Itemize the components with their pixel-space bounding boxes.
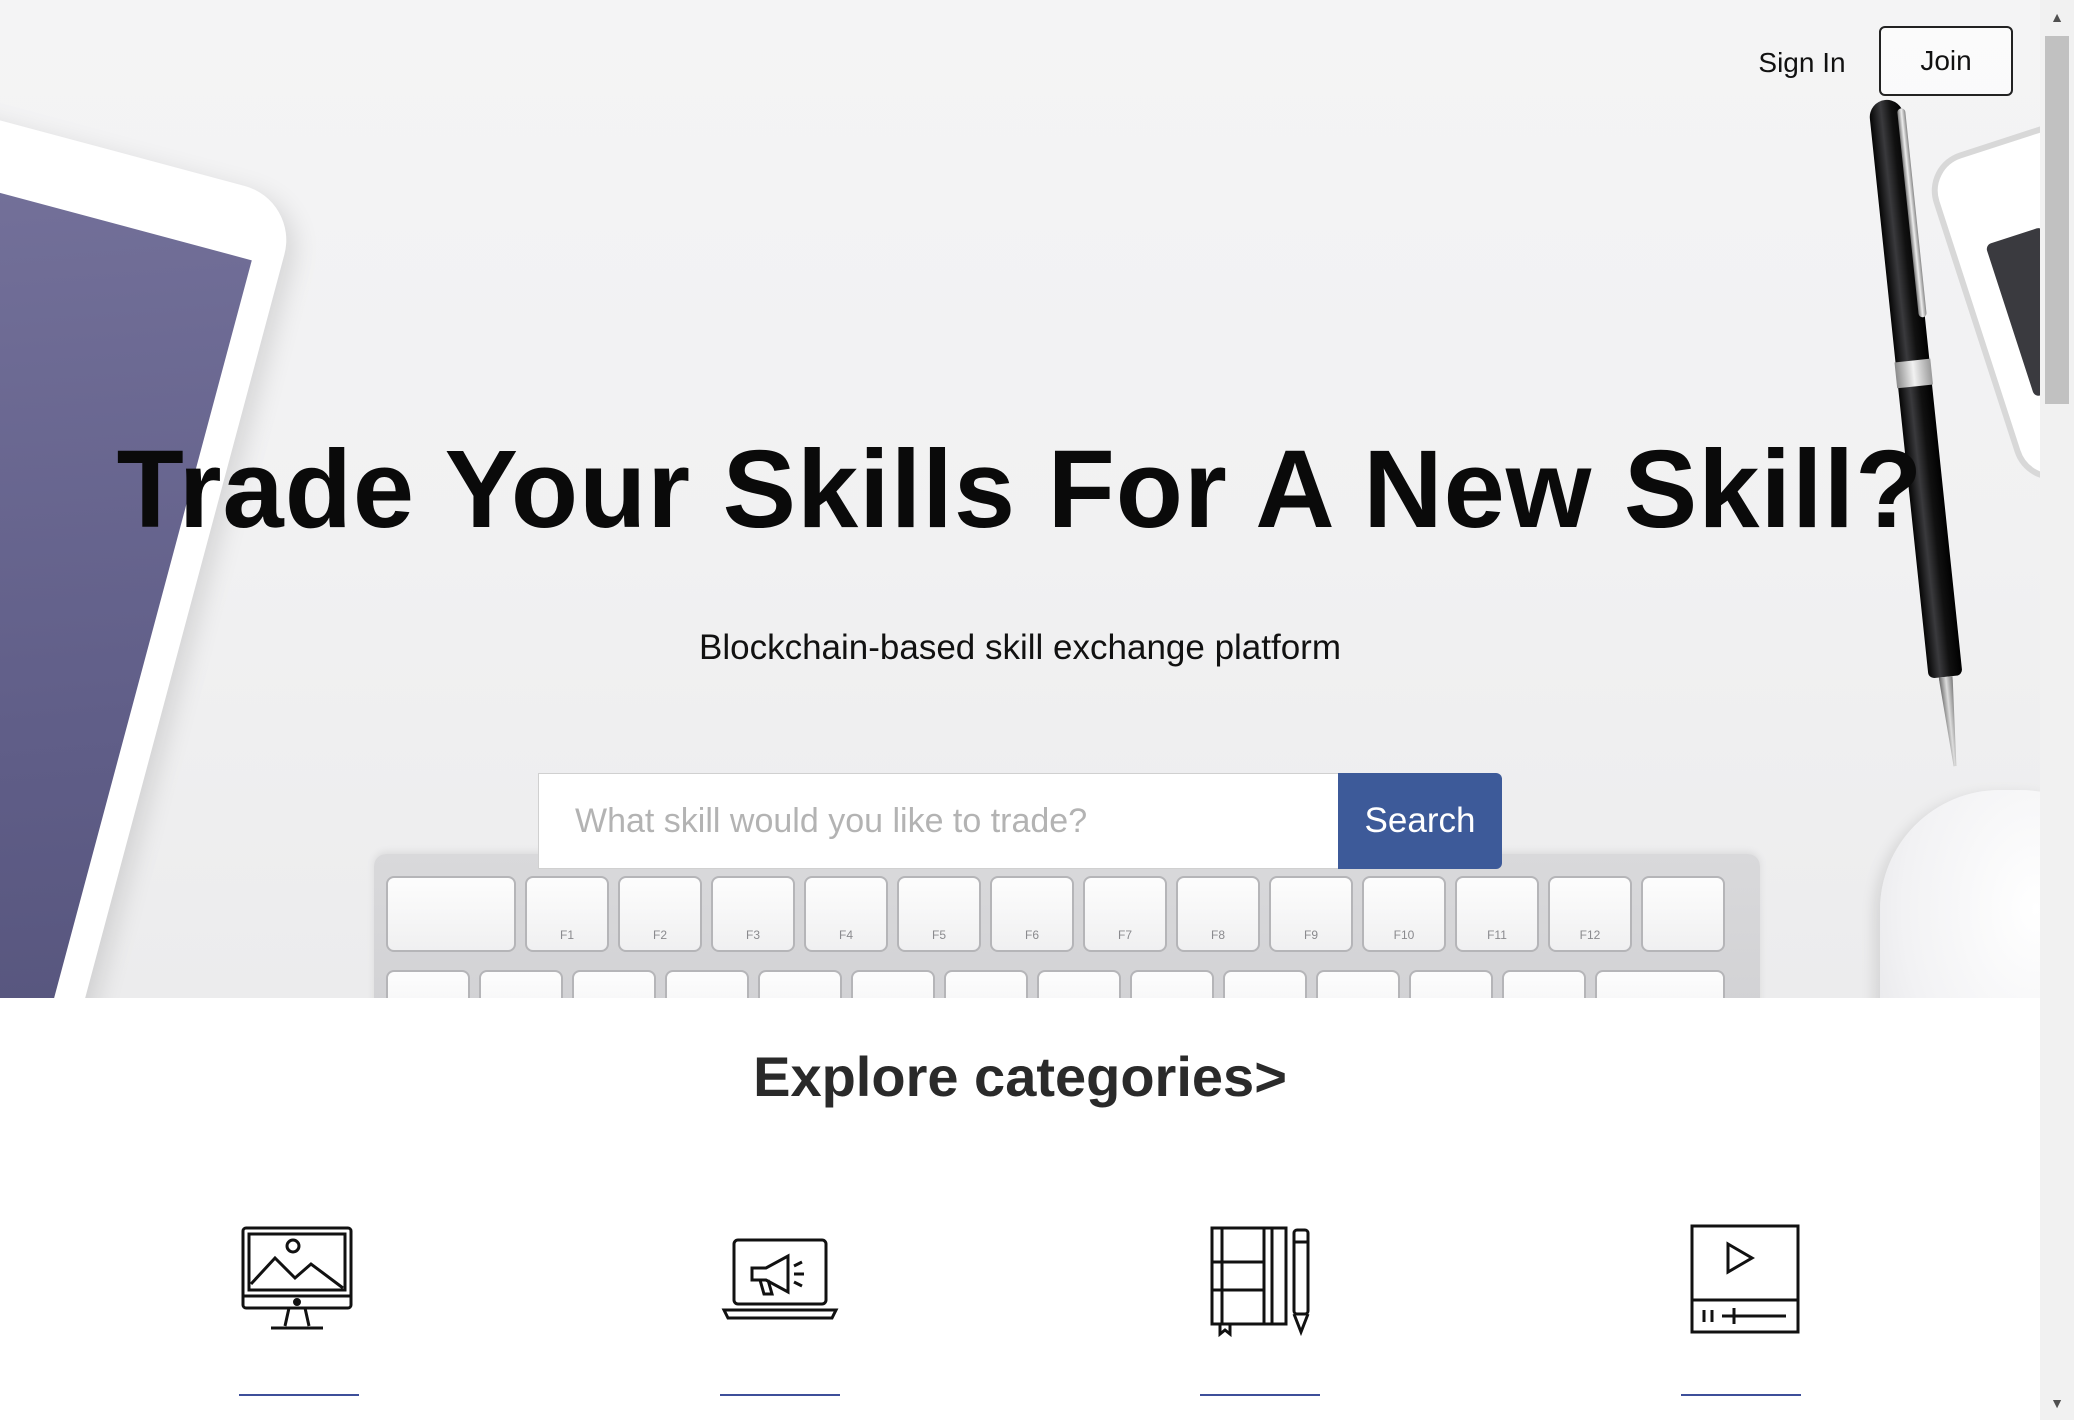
skill-search-input[interactable] bbox=[538, 773, 1338, 869]
join-button[interactable]: Join bbox=[1879, 26, 2013, 96]
search-button[interactable]: Search bbox=[1338, 773, 1502, 869]
keyboard-key: F12 bbox=[1548, 876, 1632, 952]
category-marketing-link[interactable] bbox=[720, 1394, 840, 1396]
keyboard-key: F8 bbox=[1176, 876, 1260, 952]
page-scrollbar[interactable]: ▲ ▼ bbox=[2040, 0, 2074, 1420]
category-writing[interactable] bbox=[1195, 1222, 1325, 1338]
keyboard-key: F2 bbox=[618, 876, 702, 952]
keyboard-function-row: F1 F2 F3 F4 F5 F6 F7 F8 F9 F10 F11 F12 bbox=[386, 876, 1725, 952]
keyboard-key: F9 bbox=[1269, 876, 1353, 952]
keyboard-key: F6 bbox=[990, 876, 1074, 952]
category-design[interactable] bbox=[232, 1222, 362, 1338]
video-player-icon bbox=[1690, 1224, 1800, 1334]
keyboard-key: F3 bbox=[711, 876, 795, 952]
page: F1 F2 F3 F4 F5 F6 F7 F8 F9 F10 F11 F12 Sign In Join bbox=[0, 0, 2074, 1420]
mouse-image bbox=[1880, 790, 2040, 998]
scroll-up-arrow-icon[interactable]: ▲ bbox=[2040, 0, 2074, 34]
keyboard-image: F1 F2 F3 F4 F5 F6 F7 F8 F9 F10 F11 F12 bbox=[374, 854, 1760, 998]
category-video-link[interactable] bbox=[1681, 1394, 1801, 1396]
keyboard-key: F5 bbox=[897, 876, 981, 952]
hero-subtitle: Blockchain-based skill exchange platform bbox=[699, 628, 1341, 667]
laptop-megaphone-icon bbox=[721, 1238, 839, 1320]
keyboard-key: F1 bbox=[525, 876, 609, 952]
hero-section: F1 F2 F3 F4 F5 F6 F7 F8 F9 F10 F11 F12 Sign In Join bbox=[0, 0, 2040, 998]
notebook-pencil-icon bbox=[1210, 1226, 1310, 1338]
keyboard-key: F10 bbox=[1362, 876, 1446, 952]
category-design-link[interactable] bbox=[239, 1394, 359, 1396]
sign-in-link[interactable]: Sign In bbox=[1730, 40, 1874, 86]
monitor-image-icon bbox=[241, 1226, 353, 1330]
keyboard-key: F11 bbox=[1455, 876, 1539, 952]
category-writing-link[interactable] bbox=[1200, 1394, 1320, 1396]
keyboard-key bbox=[386, 876, 516, 952]
hero-title: Trade Your Skills For A New Skill? bbox=[116, 428, 1924, 551]
keyboard-key: F7 bbox=[1083, 876, 1167, 952]
scroll-thumb[interactable] bbox=[2045, 36, 2069, 404]
category-marketing[interactable] bbox=[715, 1222, 845, 1338]
keyboard-key: F4 bbox=[804, 876, 888, 952]
explore-categories-heading[interactable]: Explore categories> bbox=[0, 1040, 2040, 1114]
keyboard-key bbox=[1641, 876, 1725, 952]
search-bar: Search bbox=[538, 773, 1502, 869]
category-video[interactable] bbox=[1677, 1222, 1807, 1338]
tablet-screen bbox=[0, 115, 252, 998]
keyboard-number-row bbox=[386, 970, 1725, 998]
scroll-down-arrow-icon[interactable]: ▼ bbox=[2040, 1386, 2074, 1420]
